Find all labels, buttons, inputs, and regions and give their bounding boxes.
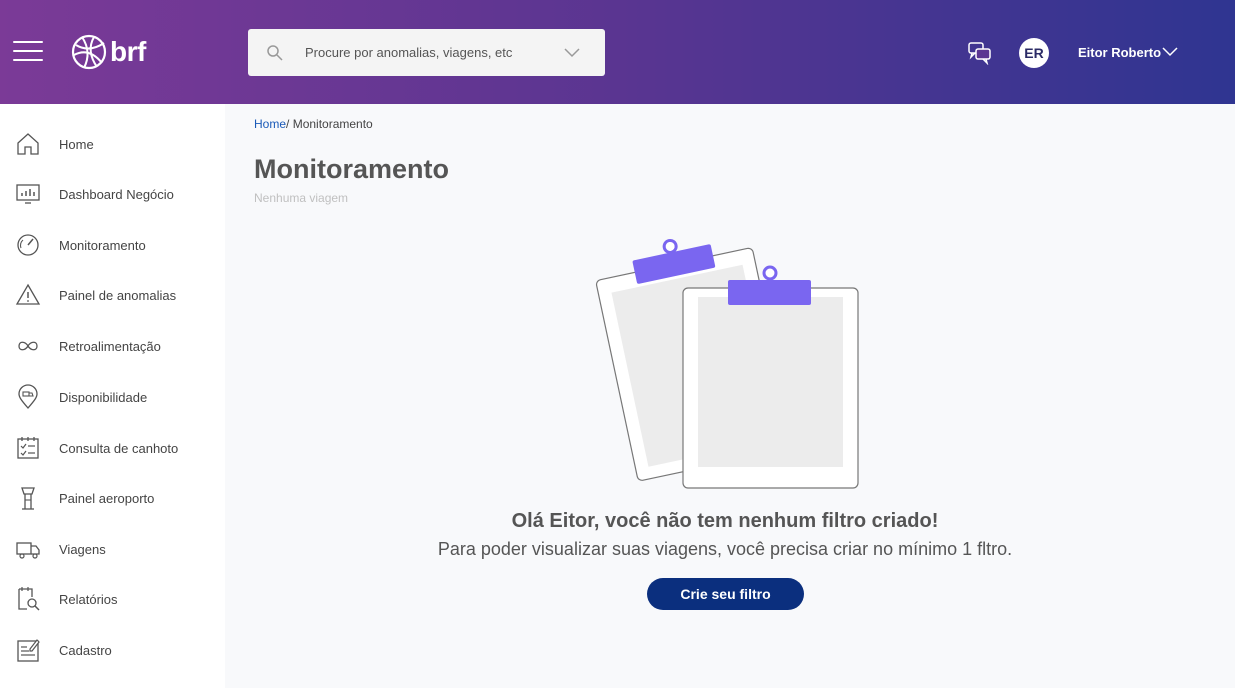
search-icon	[267, 44, 283, 61]
globe-logo-icon	[71, 34, 107, 70]
empty-clipboards-illustration	[595, 238, 859, 489]
breadcrumb-current: Monitoramento	[289, 117, 373, 131]
user-name[interactable]: Eitor Roberto	[1078, 45, 1161, 60]
sidebar-item-label: Cadastro	[59, 642, 112, 658]
sidebar-item-viagens[interactable]: Viagens	[0, 529, 225, 569]
user-menu-chevron-icon[interactable]	[1162, 46, 1178, 57]
sidebar-item-label: Dashboard Negócio	[59, 186, 174, 202]
top-header: brf Procure por anomalias, viagens, etc …	[0, 0, 1235, 104]
form-edit-icon	[17, 639, 40, 662]
sidebar-item-label: Viagens	[59, 541, 106, 557]
chat-icon[interactable]	[967, 40, 992, 65]
home-icon	[17, 133, 39, 155]
sidebar-item-painel-de-anomalias[interactable]: Painel de anomalias	[0, 275, 225, 315]
sidebar-item-label: Retroalimentação	[59, 338, 161, 354]
empty-state-text: Para poder visualizar suas viagens, você…	[437, 539, 1013, 559]
create-filter-button[interactable]: Crie seu filtro	[647, 578, 804, 610]
sidebar-item-relatorios[interactable]: Relatórios	[0, 579, 225, 619]
control-tower-icon	[21, 487, 35, 510]
search-input[interactable]: Procure por anomalias, viagens, etc	[305, 45, 563, 60]
report-search-icon	[18, 587, 40, 611]
search-box[interactable]: Procure por anomalias, viagens, etc	[248, 29, 605, 76]
avatar[interactable]: ER	[1019, 38, 1049, 68]
chevron-down-icon[interactable]	[563, 47, 581, 59]
sidebar-item-disponibilidade[interactable]: Disponibilidade	[0, 377, 225, 417]
brand-name: brf	[110, 36, 146, 67]
gauge-icon	[17, 234, 39, 256]
sidebar-item-label: Relatórios	[59, 591, 118, 607]
sidebar-item-label: Painel aeroporto	[59, 490, 155, 506]
brand-logo[interactable]: brf	[70, 33, 146, 71]
sidebar-item-monitoramento[interactable]: Monitoramento	[0, 225, 225, 265]
infinity-icon	[18, 341, 38, 351]
location-truck-icon	[18, 384, 38, 409]
sidebar-item-label: Consulta de canhoto	[59, 440, 179, 456]
sidebar-item-label: Disponibilidade	[59, 389, 148, 405]
breadcrumb: Home/ Monitoramento	[254, 117, 373, 131]
page-subtitle: Nenhuma viagem	[254, 191, 349, 205]
sidebar-item-consulta-de-canhoto[interactable]: Consulta de canhoto	[0, 428, 225, 468]
sidebar-item-dashboard-negocio[interactable]: Dashboard Negócio	[0, 174, 225, 214]
sidebar-item-label: Monitoramento	[59, 237, 146, 253]
sidebar-item-label: Home	[59, 136, 94, 152]
page-title: Monitoramento	[254, 154, 449, 184]
sidebar-item-retroalimentacao[interactable]: Retroalimentação	[0, 326, 225, 366]
sidebar-item-label: Painel de anomalias	[59, 287, 177, 303]
sidebar-item-cadastro[interactable]: Cadastro	[0, 630, 225, 670]
breadcrumb-home-link[interactable]: Home	[254, 117, 286, 131]
sidebar-item-home[interactable]: Home	[0, 124, 225, 164]
sidebar: Home Dashboard Negócio Monitoramento Pai…	[0, 104, 225, 688]
checklist-icon	[17, 437, 39, 459]
menu-toggle-icon[interactable]	[13, 41, 43, 63]
sidebar-item-painel-aeroporto[interactable]: Painel aeroporto	[0, 478, 225, 518]
dashboard-icon	[16, 184, 40, 204]
empty-state-title: Olá Eitor, você não tem nenhum filtro cr…	[511, 510, 939, 532]
truck-icon	[16, 542, 40, 559]
warning-icon	[15, 283, 41, 305]
